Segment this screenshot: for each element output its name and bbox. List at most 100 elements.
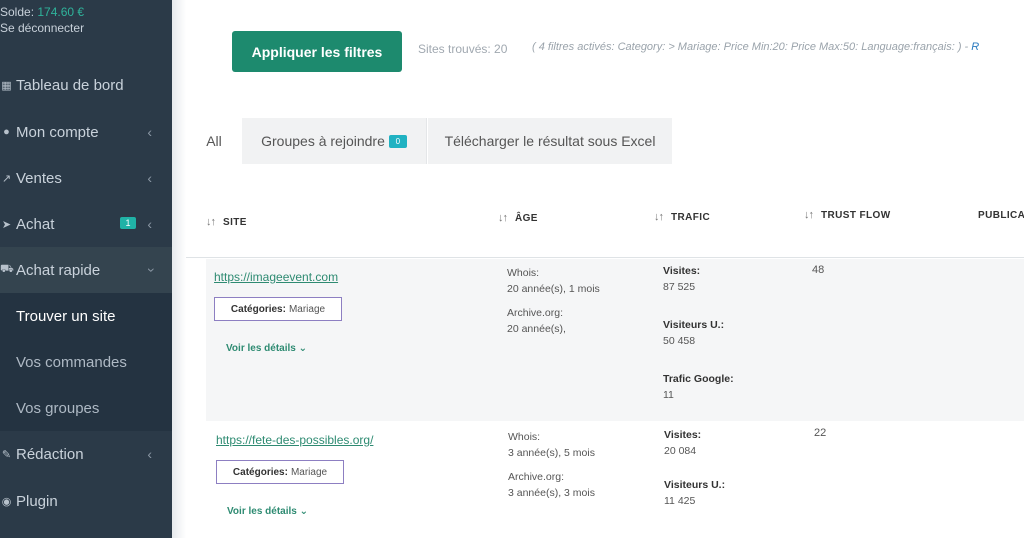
whois-label: Whois:: [508, 431, 541, 443]
category-label: Catégories:: [230, 303, 286, 315]
unique-visitors-label: Visiteurs U.:: [664, 479, 726, 491]
reset-filters-link[interactable]: R: [971, 41, 979, 53]
sort-icon: ↓↑: [206, 216, 216, 228]
logout-link[interactable]: Se déconnecter: [0, 20, 84, 36]
column-header-label: ÂGE: [515, 213, 538, 224]
visits-label: Visites:: [664, 429, 702, 441]
sidebar-item-label: Rédaction: [16, 445, 84, 463]
balance-label: Solde:: [0, 5, 35, 19]
column-header-age[interactable]: ↓↑ ÂGE: [498, 212, 538, 224]
sidebar-item-label: Tableau de bord: [16, 76, 124, 94]
chevron-left-icon: ‹: [147, 170, 152, 186]
details-link[interactable]: Voir les détails ⌄: [227, 506, 308, 517]
archive-value: 3 année(s), 3 mois: [508, 487, 595, 499]
chevron-down-icon: ‹: [141, 267, 158, 273]
table-header: ↓↑ SITE ↓↑ ÂGE ↓↑ TRAFIC ↓↑ TRUST FLOW PUBLI…: [186, 192, 1024, 258]
visits-label: Visites:: [663, 265, 701, 277]
column-header-label: SITE: [223, 217, 247, 228]
sidebar-shadow: [172, 0, 186, 538]
archive-value: 20 année(s),: [507, 323, 566, 335]
category-box: Catégories: Mariage: [214, 297, 342, 321]
site-url-link[interactable]: https://fete-des-possibles.org/: [216, 433, 373, 447]
column-header-label: TRAFIC: [671, 212, 711, 223]
chevron-left-icon: ‹: [147, 216, 152, 232]
tab-groups[interactable]: Groupes à rejoindre 0: [242, 118, 427, 164]
archive-label: Archive.org:: [507, 307, 564, 319]
sites-found-count: Sites trouvés: 20: [418, 42, 508, 56]
sidebar-sub-orders[interactable]: Vos commandes: [0, 339, 172, 385]
purchase-badge: 1: [120, 217, 136, 229]
sidebar-sub-label: Vos groupes: [16, 399, 100, 417]
sidebar-item-label: Mon compte: [16, 123, 99, 141]
sidebar-item-plugin[interactable]: ◉ Plugin: [0, 478, 172, 524]
active-filters-text: ( 4 filtres activés: Category: > Mariage…: [532, 41, 979, 53]
column-header-trafic[interactable]: ↓↑ TRAFIC: [654, 211, 710, 223]
column-header-trust-flow[interactable]: ↓↑ TRUST FLOW: [804, 209, 891, 221]
visits-value: 87 525: [663, 281, 696, 293]
sidebar-sub-find-site[interactable]: Trouver un site: [0, 293, 172, 339]
sidebar-item-sales[interactable]: ↗ Ventes ‹: [0, 155, 172, 201]
details-link[interactable]: Voir les détails ⌄: [226, 343, 307, 354]
chevron-left-icon: ‹: [147, 446, 152, 462]
chevron-left-icon: ‹: [147, 124, 152, 140]
sidebar-item-writing[interactable]: ✎ Rédaction ‹: [0, 431, 172, 477]
column-header-publication[interactable]: PUBLICAT: [978, 210, 1024, 221]
trust-flow-value: 22: [814, 427, 827, 439]
table-row: https://imageevent.com Catégories: Mariag…: [206, 259, 1024, 421]
balance-value: 174.60 €: [37, 5, 85, 19]
category-value: Mariage: [288, 303, 326, 315]
sidebar-item-purchase[interactable]: ➤ Achat 1 ‹: [0, 201, 172, 247]
active-filters-summary: ( 4 filtres activés: Category: > Mariage…: [532, 41, 972, 53]
whois-label: Whois:: [507, 267, 540, 279]
category-box: Catégories: Mariage: [216, 460, 344, 484]
column-header-site[interactable]: ↓↑ SITE: [206, 216, 247, 228]
unique-visitors-label: Visiteurs U.:: [663, 319, 725, 331]
user-icon: ●: [3, 126, 10, 138]
account-info: Solde: 174.60 € Se déconnecter: [0, 4, 84, 36]
tab-excel-download[interactable]: Télécharger le résultat sous Excel: [428, 118, 672, 164]
archive-label: Archive.org:: [508, 471, 565, 483]
whois-value: 3 année(s), 5 mois: [508, 447, 595, 459]
tab-groups-label: Groupes à rejoindre: [261, 133, 385, 149]
sort-icon: ↓↑: [804, 209, 814, 221]
traffic-cell: Visites: 87 525 Visiteurs U.: 50 458 Tra…: [663, 263, 734, 403]
cart-icon: ⛟: [0, 263, 14, 275]
sidebar-item-account[interactable]: ● Mon compte ‹: [0, 109, 172, 155]
external-link-icon: ↗: [1, 172, 12, 185]
pencil-icon: ✎: [1, 448, 12, 461]
sidebar: Solde: 174.60 € Se déconnecter ▦ Tableau…: [0, 0, 172, 538]
sidebar-sub-groups[interactable]: Vos groupes: [0, 385, 172, 431]
sort-icon: ↓↑: [498, 212, 508, 224]
sidebar-item-label: Achat: [16, 215, 55, 233]
column-header-label: PUBLICAT: [978, 210, 1024, 221]
plane-icon: ➤: [1, 218, 12, 231]
sidebar-item-quick-purchase[interactable]: ⛟ Achat rapide ‹: [0, 247, 172, 293]
google-traffic-label: Trafic Google:: [663, 373, 734, 385]
unique-visitors-value: 50 458: [663, 335, 696, 347]
sidebar-item-label: Ventes: [16, 169, 62, 187]
whois-value: 20 année(s), 1 mois: [507, 283, 600, 295]
table-row: https://fete-des-possibles.org/ Catégori…: [206, 421, 1024, 538]
age-cell: Whois: 3 année(s), 5 mois Archive.org: 3…: [508, 429, 595, 501]
unique-visitors-value: 11 425: [664, 495, 696, 507]
sidebar-item-label: Plugin: [16, 492, 58, 510]
sort-icon: ↓↑: [654, 211, 664, 223]
tab-all[interactable]: All: [186, 118, 242, 164]
age-cell: Whois: 20 année(s), 1 mois Archive.org: …: [507, 265, 600, 337]
sidebar-sub-label: Trouver un site: [16, 307, 116, 325]
category-value: Mariage: [290, 466, 328, 478]
sidebar-item-label: Achat rapide: [16, 261, 101, 279]
google-traffic-value: 11: [663, 389, 674, 401]
column-header-label: TRUST FLOW: [821, 210, 891, 221]
dashboard-icon: ▦: [1, 79, 12, 92]
traffic-cell: Visites: 20 084 Visiteurs U.: 11 425: [664, 427, 725, 509]
trust-flow-value: 48: [812, 264, 825, 276]
plugin-icon: ◉: [1, 495, 12, 508]
site-url-link[interactable]: https://imageevent.com: [214, 270, 338, 284]
apply-filters-button[interactable]: Appliquer les filtres: [232, 31, 402, 72]
visits-value: 20 084: [664, 445, 697, 457]
result-tabs: All Groupes à rejoindre 0 Télécharger le…: [186, 118, 1024, 164]
category-label: Catégories:: [232, 466, 288, 478]
sidebar-sub-label: Vos commandes: [16, 353, 127, 371]
sidebar-item-dashboard[interactable]: ▦ Tableau de bord: [0, 62, 172, 108]
